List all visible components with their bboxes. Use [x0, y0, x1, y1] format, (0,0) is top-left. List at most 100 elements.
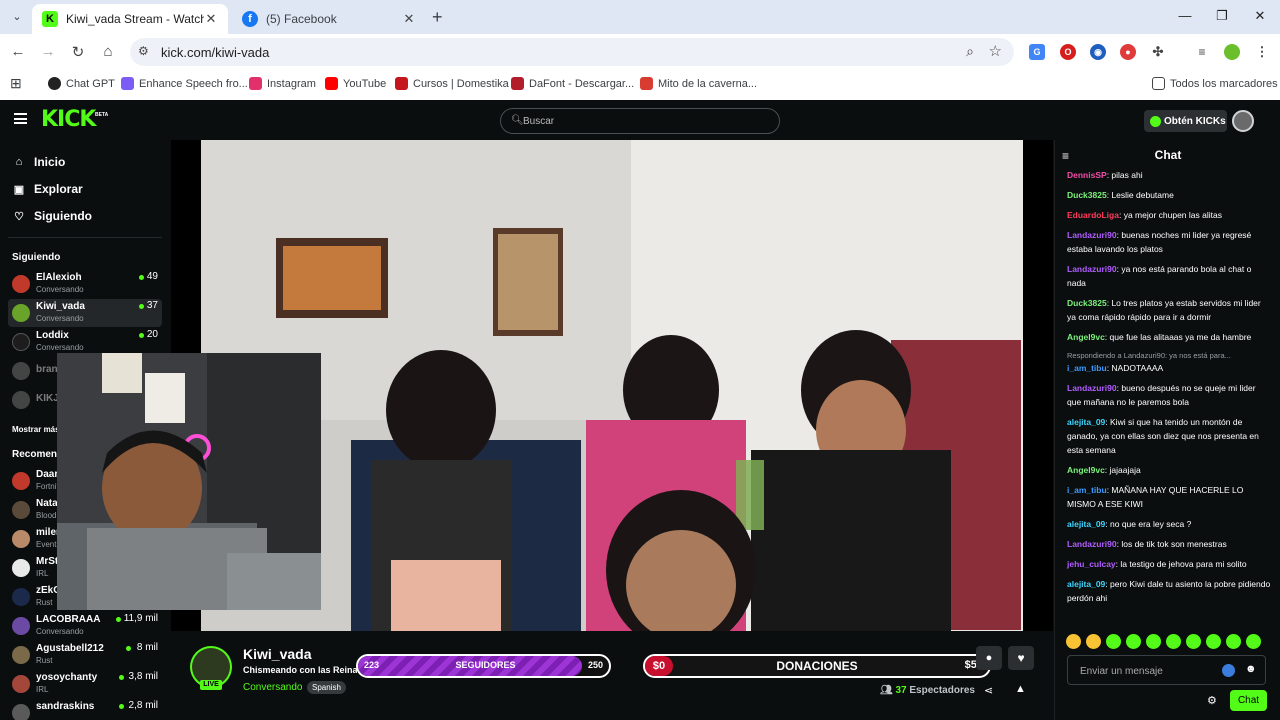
get-kicks-button[interactable]: Obtén KICKs — [1144, 110, 1227, 132]
recommended-item-lacobraaa[interactable]: LACOBRAAA Conversando 11,9 mil — [8, 612, 162, 640]
close-tab-icon[interactable]: ✕ — [204, 11, 218, 27]
url-text: kick.com/kiwi-vada — [161, 45, 270, 60]
emote-icon[interactable] — [1166, 634, 1181, 649]
address-bar[interactable]: ⚙ kick.com/kiwi-vada ⌕ ☆ — [130, 38, 1014, 66]
avatar — [12, 333, 30, 351]
bookmark-youtube[interactable]: YouTube — [325, 77, 386, 90]
tab-label: (5) Facebook — [266, 12, 337, 26]
emote-icon[interactable] — [1146, 634, 1161, 649]
language-tag[interactable]: Spanish — [307, 681, 346, 694]
kick-logo[interactable]: KICK — [41, 108, 96, 132]
stream-scene-illustration — [201, 140, 1023, 631]
bookmark-star-icon[interactable]: ☆ — [989, 42, 1002, 60]
avatar — [12, 391, 30, 409]
tab-kiwi-vada[interactable]: K Kiwi_vada Stream - Watch Live o ✕ — [32, 4, 228, 34]
avatar — [12, 704, 30, 720]
domestika-icon — [395, 77, 408, 90]
webcam-scene-illustration — [57, 353, 321, 610]
youtube-icon — [325, 77, 338, 90]
site-info-icon[interactable]: ⚙ — [138, 44, 149, 58]
nav-siguiendo[interactable]: ♡ Siguiendo — [12, 209, 92, 223]
channel-name[interactable]: Kiwi_vada — [243, 646, 311, 662]
bookmark-domestika[interactable]: Cursos | Domestika — [395, 77, 509, 90]
emote-icon[interactable] — [1126, 634, 1141, 649]
beta-badge: BETA — [95, 112, 109, 118]
chat-messages[interactable]: DennisSP: pilas ahi Duck3825: Leslie deb… — [1055, 168, 1280, 628]
following-item-loddix[interactable]: Loddix Conversando 20 — [8, 328, 162, 356]
translate-extension-icon[interactable]: G — [1029, 44, 1045, 60]
verified-emote-icon[interactable] — [1222, 664, 1235, 677]
report-icon[interactable]: ▲ — [1015, 683, 1026, 695]
chat-message: Landazuri90: los de tik tok son menestra… — [1067, 539, 1227, 549]
stream-video[interactable] — [201, 140, 1023, 631]
chat-message-input[interactable] — [1080, 663, 1220, 679]
zoom-icon[interactable]: ⌕ — [966, 43, 974, 60]
media-control-icon[interactable]: ≡ — [1194, 44, 1210, 60]
browser-menu-icon[interactable]: ⋮ — [1254, 44, 1270, 60]
chat-message: jehu_culcay: la testigo de jehova para m… — [1067, 559, 1247, 569]
home-icon[interactable]: ⌂ — [98, 43, 118, 60]
search-box[interactable]: 🔍︎ — [500, 108, 780, 134]
opera-extension-icon[interactable]: O — [1060, 44, 1076, 60]
record-extension-icon[interactable]: ● — [1120, 44, 1136, 60]
nav-explorar[interactable]: ▣ Explorar — [12, 182, 83, 196]
stream-category[interactable]: Conversando — [243, 682, 302, 693]
close-window-icon[interactable]: ✕ — [1250, 8, 1270, 24]
recommended-item-yosoychanty[interactable]: yosoychanty IRL 3,8 mil — [8, 670, 162, 698]
new-tab-icon[interactable]: + — [432, 8, 443, 26]
bookmark-enhance-speech[interactable]: Enhance Speech fro... — [121, 77, 248, 90]
following-item-kiwi-vada[interactable]: Kiwi_vada Conversando 37 — [8, 299, 162, 327]
share-icon[interactable]: ⋖ — [984, 684, 993, 697]
emote-icon[interactable] — [1106, 634, 1121, 649]
chat-message: Angel9vc: que fue las alitaaas ya me da … — [1067, 332, 1252, 342]
bookmark-chatgpt[interactable]: Chat GPT — [48, 77, 115, 90]
chat-message: Angel9vc: jajaajaja — [1067, 465, 1141, 475]
emote-icon[interactable] — [1186, 634, 1201, 649]
browse-icon: ▣ — [13, 183, 25, 196]
bookmark-instagram[interactable]: Instagram — [249, 77, 316, 90]
emote-icon[interactable] — [1226, 634, 1241, 649]
emote-icon[interactable] — [1086, 634, 1101, 649]
emoji-picker-icon[interactable]: ☻ — [1245, 663, 1257, 675]
avatar — [12, 617, 30, 635]
menu-icon[interactable] — [14, 113, 27, 124]
chat-settings-gear-icon[interactable]: ⚙ — [1207, 694, 1217, 707]
bookmark-mito-caverna[interactable]: Mito de la caverna... — [640, 77, 757, 90]
tab-facebook[interactable]: f (5) Facebook ✕ — [232, 4, 426, 34]
donations-goal-bar: DONACIONES $0 $50 — [643, 654, 991, 678]
apps-grid-icon[interactable]: ⊞ — [10, 75, 22, 92]
chat-input-box[interactable]: ☻ — [1067, 655, 1266, 685]
minimize-icon[interactable]: — — [1175, 8, 1195, 23]
emote-icon[interactable] — [1246, 634, 1261, 649]
profile-icon[interactable] — [1224, 44, 1240, 60]
chatgpt-icon — [48, 77, 61, 90]
forward-icon[interactable]: → — [38, 43, 58, 60]
show-more-link[interactable]: Mostrar más — [12, 425, 60, 434]
search-input[interactable] — [523, 113, 763, 129]
emote-icon[interactable] — [1206, 634, 1221, 649]
send-chat-button[interactable]: Chat — [1230, 690, 1267, 711]
kicks-coin-icon — [1150, 115, 1161, 127]
notification-bell-button[interactable]: ● — [976, 646, 1002, 670]
kick-header: KICK BETA 🔍︎ Obtén KICKs — [0, 100, 1280, 140]
maximize-icon[interactable]: ❐ — [1212, 8, 1232, 24]
search-icon: 🔍︎ — [511, 115, 524, 126]
live-dot-icon — [116, 617, 121, 622]
user-avatar[interactable] — [1232, 110, 1254, 132]
follow-heart-button[interactable]: ♥ — [1008, 646, 1034, 670]
reply-context: Respondiendo a Landazuri90: ya nos está … — [1067, 351, 1231, 360]
close-tab-icon[interactable]: ✕ — [402, 11, 416, 27]
recommended-item-sandraskins[interactable]: sandraskins 2,8 mil — [8, 699, 162, 720]
all-bookmarks[interactable]: Todos los marcadores — [1152, 77, 1278, 90]
tab-search-icon[interactable]: ⌄ — [8, 8, 26, 26]
chat-title: Chat — [1154, 148, 1182, 162]
following-item-elalexioh[interactable]: ElAlexioh Conversando 49 — [8, 270, 162, 298]
bookmark-dafont[interactable]: DaFont - Descargar... — [511, 77, 634, 90]
vpn-extension-icon[interactable]: ◉ — [1090, 44, 1106, 60]
extensions-puzzle-icon[interactable]: ✣ — [1150, 44, 1166, 60]
reload-icon[interactable]: ↻ — [68, 43, 88, 61]
nav-inicio[interactable]: ⌂ Inicio — [12, 155, 66, 169]
back-icon[interactable]: ← — [8, 43, 28, 60]
recommended-item-agustabell212[interactable]: Agustabell212 Rust 8 mil — [8, 641, 162, 669]
emote-icon[interactable] — [1066, 634, 1081, 649]
